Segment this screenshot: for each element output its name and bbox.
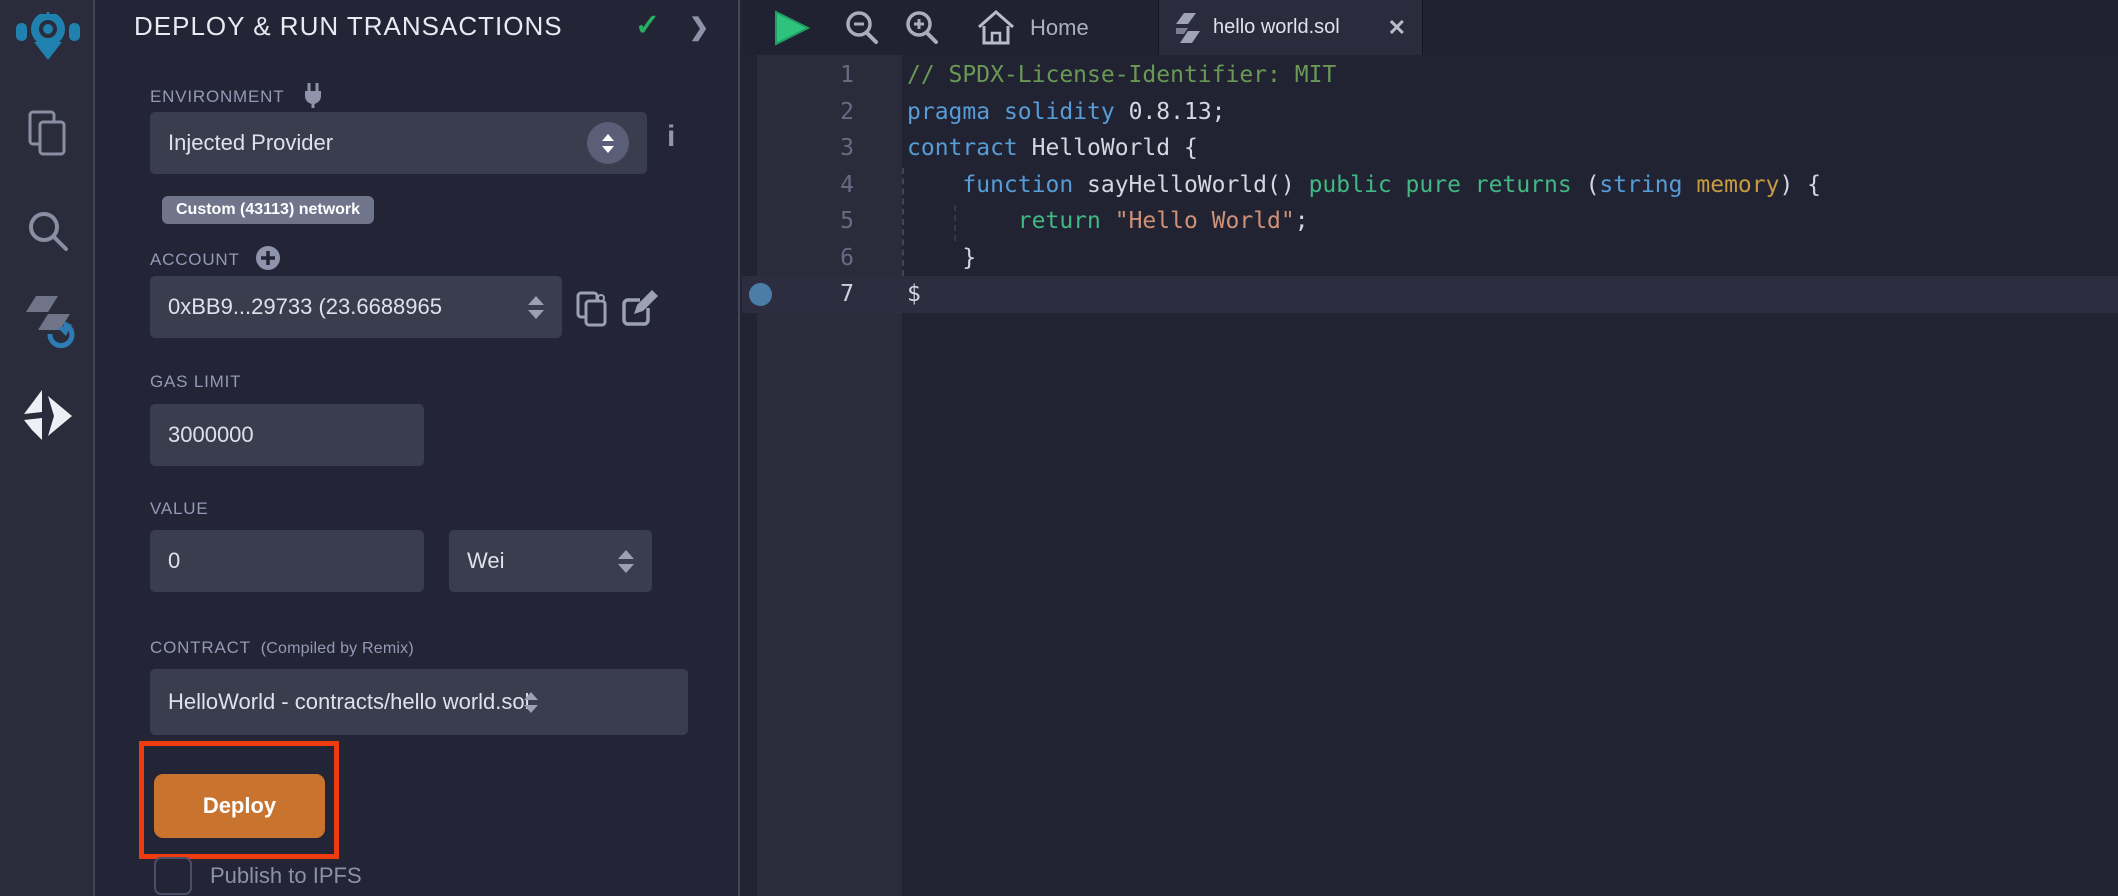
line-number[interactable]: 4 — [742, 167, 854, 204]
file-explorer-icon[interactable] — [0, 108, 95, 158]
environment-select-arrows-icon — [587, 122, 629, 164]
solidity-compiler-icon[interactable] — [0, 294, 95, 352]
line-number[interactable]: 1 — [742, 57, 854, 94]
publish-ipfs-label: Publish to IPFS — [210, 863, 362, 889]
code-line: 7$ — [742, 276, 2118, 313]
breakpoint-dot[interactable] — [749, 283, 772, 306]
gas-limit-label: GAS LIMIT — [150, 372, 241, 392]
code-line: 1// SPDX-License-Identifier: MIT — [742, 57, 2118, 94]
solidity-file-icon — [1175, 12, 1201, 44]
code-line: 6 } — [742, 240, 2118, 277]
environment-label: ENVIRONMENT — [150, 82, 326, 108]
value-label: VALUE — [150, 499, 209, 519]
deploy-button[interactable]: Deploy — [154, 774, 325, 838]
gas-limit-input[interactable]: 3000000 — [150, 404, 424, 466]
contract-label: CONTRACT (Compiled by Remix) — [150, 638, 414, 658]
publish-to-ipfs-row: Publish to IPFS — [154, 857, 362, 895]
code-lines: 1// SPDX-License-Identifier: MIT2pragma … — [742, 57, 2118, 313]
home-icon — [976, 9, 1016, 47]
zoom-in-icon[interactable] — [902, 0, 942, 55]
contract-select[interactable]: HelloWorld - contracts/hello world.sol — [150, 669, 688, 735]
deploy-run-icon[interactable] — [0, 388, 95, 444]
tab-hello-world-sol[interactable]: hello world.sol ✕ — [1158, 0, 1423, 55]
value-unit-arrows-icon — [618, 550, 634, 573]
line-number[interactable]: 2 — [742, 94, 854, 131]
panel-expand-chevron-icon[interactable]: ❯ — [689, 13, 709, 42]
code-editor: Home hello world.sol ✕ 1// SPDX-License-… — [742, 0, 2118, 896]
line-number[interactable]: 5 — [742, 203, 854, 240]
value-input[interactable]: 0 — [150, 530, 424, 592]
line-number[interactable]: 6 — [742, 240, 854, 277]
close-tab-icon[interactable]: ✕ — [1388, 15, 1406, 41]
icon-sidebar — [0, 0, 95, 896]
zoom-out-icon[interactable] — [842, 0, 882, 55]
editor-tab-bar: Home hello world.sol ✕ — [742, 0, 2118, 55]
environment-select[interactable]: Injected Provider — [150, 112, 647, 174]
code-line: 4 function sayHelloWorld() public pure r… — [742, 167, 2118, 204]
code-line: 5 return "Hello World"; — [742, 203, 2118, 240]
code-area[interactable]: 1// SPDX-License-Identifier: MIT2pragma … — [742, 55, 2118, 896]
deploy-run-panel: DEPLOY & RUN TRANSACTIONS ✓ ❯ ENVIRONMEN… — [97, 0, 740, 896]
line-number[interactable]: 3 — [742, 130, 854, 167]
plug-icon — [300, 82, 326, 108]
run-script-button[interactable] — [772, 0, 812, 55]
network-badge: Custom (43113) network — [162, 196, 374, 224]
compiled-check-icon: ✓ — [635, 8, 660, 43]
code-line: 3contract HelloWorld { — [742, 130, 2118, 167]
contract-select-arrows-icon — [524, 692, 538, 713]
page-title: DEPLOY & RUN TRANSACTIONS — [134, 11, 563, 42]
remix-logo-icon[interactable] — [0, 6, 95, 66]
edit-account-icon[interactable] — [620, 290, 658, 333]
account-label: ACCOUNT — [150, 245, 281, 271]
add-account-icon[interactable] — [255, 245, 281, 271]
tab-home[interactable]: Home — [964, 0, 1101, 55]
account-select-arrows-icon — [528, 296, 544, 319]
publish-ipfs-checkbox[interactable] — [154, 857, 192, 895]
code-line: 2pragma solidity 0.8.13; — [742, 94, 2118, 131]
environment-info-icon[interactable]: i — [667, 120, 675, 154]
search-icon[interactable] — [0, 208, 95, 254]
copy-account-icon[interactable] — [575, 290, 611, 333]
value-unit-select[interactable]: Wei — [449, 530, 652, 592]
account-select[interactable]: 0xBB9...29733 (23.6688965 — [150, 276, 562, 338]
